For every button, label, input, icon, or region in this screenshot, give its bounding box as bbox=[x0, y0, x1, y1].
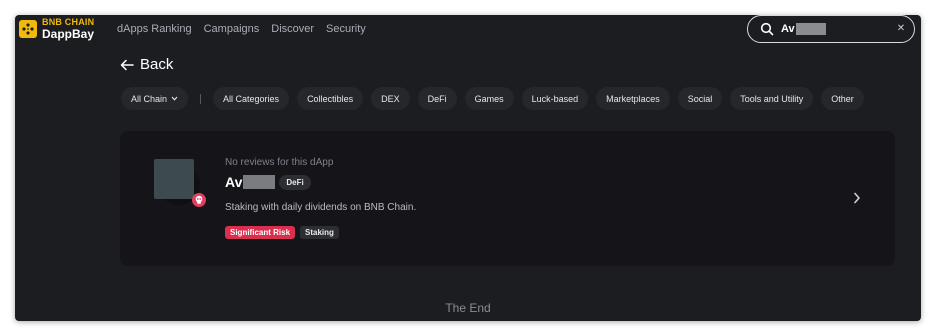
nav-security[interactable]: Security bbox=[326, 23, 366, 35]
dapp-name-text: Av bbox=[225, 174, 243, 190]
filter-all-categories[interactable]: All Categories bbox=[213, 87, 290, 110]
dapp-logo bbox=[154, 159, 194, 199]
filter-collectibles[interactable]: Collectibles bbox=[297, 87, 364, 110]
filter-social[interactable]: Social bbox=[677, 87, 723, 110]
filter-dex[interactable]: DEX bbox=[371, 87, 410, 110]
nav-discover[interactable]: Discover bbox=[271, 23, 314, 35]
back-label: Back bbox=[140, 56, 174, 73]
filter-tools-and-utility[interactable]: Tools and Utility bbox=[730, 87, 814, 110]
app-window: BNB CHAIN DappBay dApps Ranking Campaign… bbox=[15, 15, 921, 321]
filter-marketplaces[interactable]: Marketplaces bbox=[596, 87, 670, 110]
chain-dropdown[interactable]: All Chain bbox=[121, 87, 189, 110]
risk-badge: Significant Risk bbox=[225, 226, 296, 239]
filter-luck-based[interactable]: Luck-based bbox=[521, 87, 589, 110]
filter-defi[interactable]: DeFi bbox=[417, 87, 457, 110]
filter-divider bbox=[200, 93, 202, 104]
end-of-list-text: The End bbox=[445, 301, 491, 315]
back-button[interactable]: Back bbox=[120, 56, 173, 73]
type-badge: Staking bbox=[300, 226, 339, 239]
dapp-name: Av DeFi bbox=[225, 174, 311, 190]
chevron-down-icon bbox=[171, 96, 178, 101]
main-nav: dApps Ranking Campaigns Discover Securit… bbox=[117, 23, 366, 35]
redacted-text bbox=[795, 23, 826, 36]
logo[interactable]: BNB CHAIN DappBay bbox=[19, 18, 94, 40]
search-input[interactable]: Av ✕ bbox=[747, 15, 915, 43]
logo-app-text: DappBay bbox=[42, 27, 95, 41]
category-badge: DeFi bbox=[279, 174, 311, 190]
search-value: Av bbox=[781, 22, 795, 35]
dapp-description: Staking with daily dividends on BNB Chai… bbox=[225, 202, 417, 213]
filter-bar: All Chain All Categories Collectibles DE… bbox=[121, 87, 872, 110]
redacted-text bbox=[243, 175, 276, 189]
search-icon bbox=[760, 22, 774, 36]
nav-campaigns[interactable]: Campaigns bbox=[204, 23, 260, 35]
bnb-logo-icon bbox=[19, 20, 37, 38]
chain-dropdown-label: All Chain bbox=[131, 93, 168, 104]
filter-games[interactable]: Games bbox=[464, 87, 514, 110]
dapp-card[interactable]: No reviews for this dApp Av DeFi Staking… bbox=[120, 131, 895, 266]
skull-risk-icon bbox=[192, 193, 206, 207]
nav-dapps-ranking[interactable]: dApps Ranking bbox=[117, 23, 192, 35]
logo-chain-text: BNB CHAIN bbox=[42, 17, 95, 27]
filter-other[interactable]: Other bbox=[821, 87, 864, 110]
clear-icon[interactable]: ✕ bbox=[896, 24, 906, 34]
arrow-left-icon bbox=[120, 59, 134, 70]
chevron-right-icon[interactable] bbox=[853, 192, 861, 204]
reviews-text: No reviews for this dApp bbox=[225, 157, 334, 168]
dapp-tags: Significant Risk Staking bbox=[225, 226, 339, 239]
